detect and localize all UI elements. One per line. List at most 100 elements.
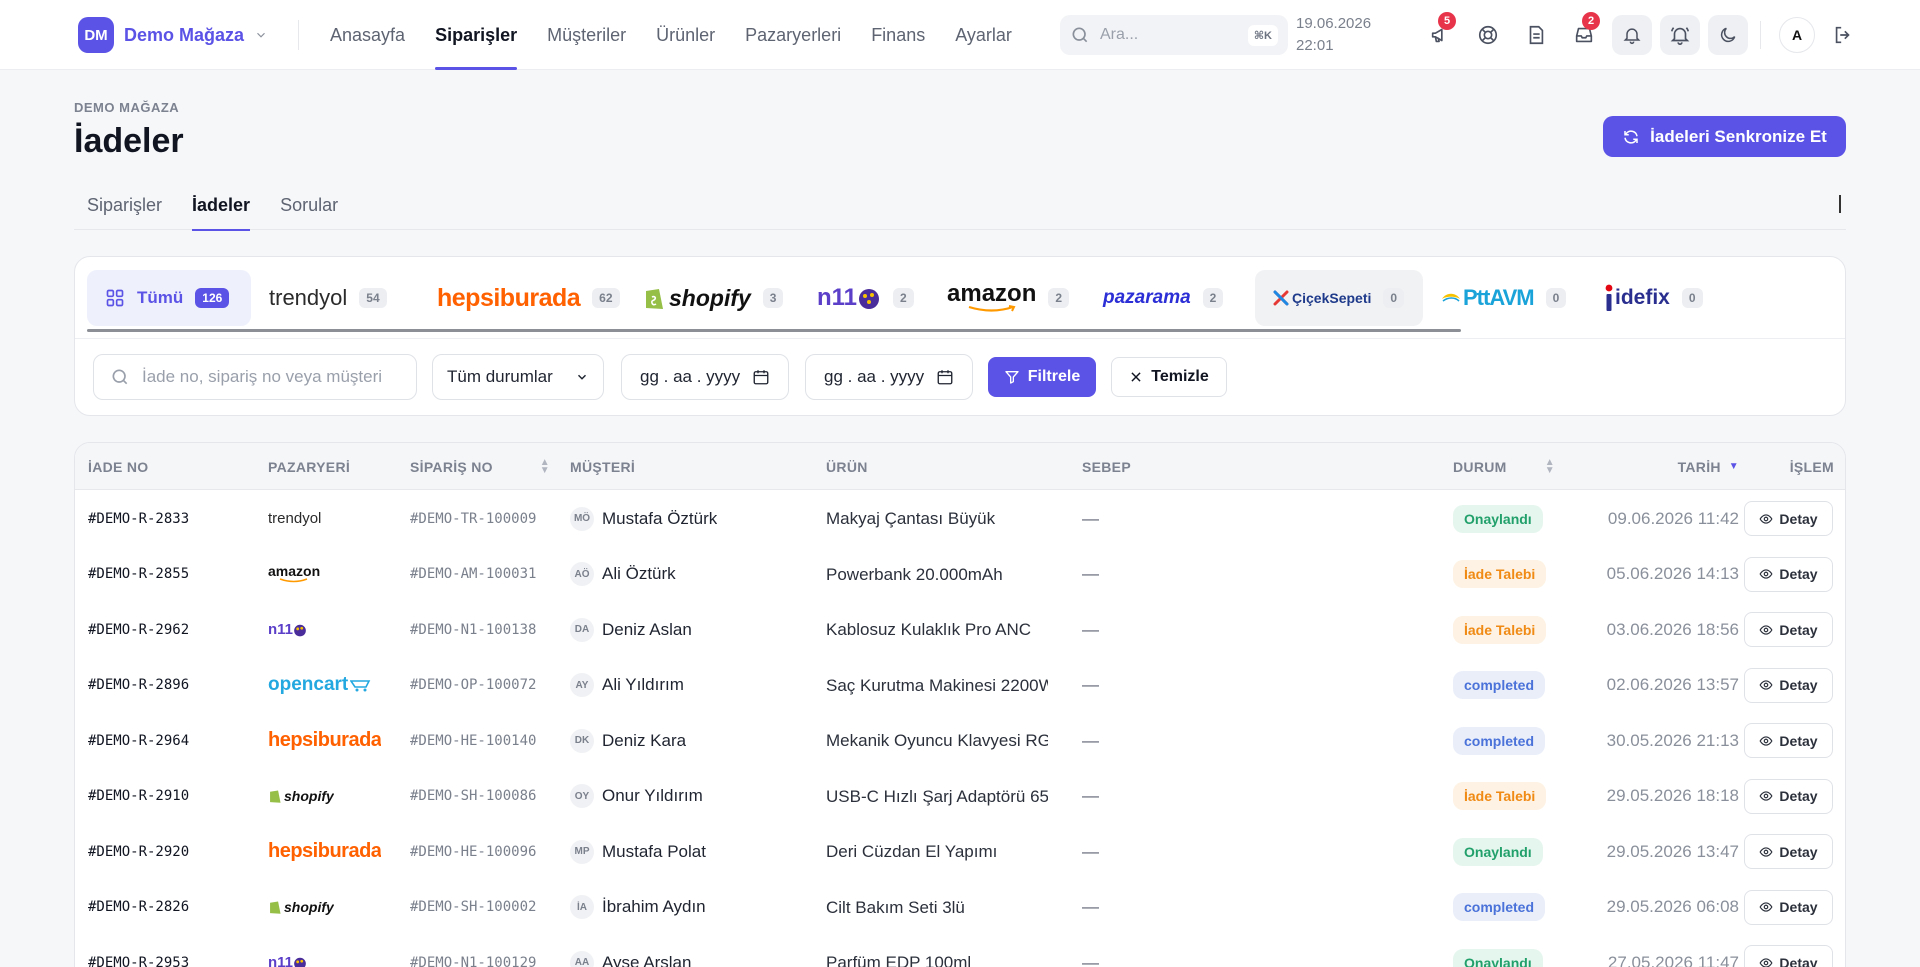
detail-button[interactable]: Detay: [1744, 945, 1833, 967]
order-number[interactable]: #DEMO-OP-100072: [410, 658, 536, 713]
nav-marketplaces[interactable]: Pazaryerleri: [745, 0, 841, 70]
alerts-button[interactable]: [1660, 15, 1700, 55]
announcements-button[interactable]: 5: [1420, 12, 1460, 55]
product-name: USB-C Hızlı Şarj Adaptörü 65W: [826, 786, 1048, 806]
detail-button[interactable]: Detay: [1744, 501, 1833, 536]
eye-icon: [1759, 902, 1773, 912]
notifications-button[interactable]: [1612, 15, 1652, 55]
marketplace-tab-pttavm[interactable]: PttAVM 0: [1423, 270, 1587, 326]
nav-products[interactable]: Ürünler: [656, 0, 715, 70]
tab-returns[interactable]: İadeler: [179, 188, 263, 231]
status-cell: Onaylandı: [1453, 824, 1543, 879]
column-product[interactable]: ÜRÜN: [826, 443, 868, 490]
table-row[interactable]: #DEMO-R-2826 shopify #DEMO-SH-100002 İA İbra…: [75, 880, 1845, 936]
order-number[interactable]: #DEMO-HE-100140: [410, 713, 536, 768]
theme-toggle[interactable]: [1708, 15, 1748, 55]
detail-button-label: Detay: [1779, 843, 1818, 860]
horizontal-scrollbar[interactable]: [87, 329, 1461, 332]
return-date: 29.05.2026 06:08: [1606, 897, 1739, 916]
order-number[interactable]: #DEMO-TR-100009: [410, 491, 536, 546]
table-row[interactable]: #DEMO-R-2910 shopify #DEMO-SH-100086 OY Onur…: [75, 769, 1845, 825]
order-number[interactable]: #DEMO-HE-100096: [410, 824, 536, 879]
nav-orders[interactable]: Siparişler: [435, 0, 518, 70]
column-date[interactable]: TARİH ▼: [1649, 443, 1739, 490]
marketplace-tab-hepsiburada[interactable]: hepsiburada 62: [419, 270, 625, 326]
return-search-input[interactable]: İade no, sipariş no veya müşteri: [93, 354, 417, 400]
detail-button[interactable]: Detay: [1744, 612, 1833, 647]
marketplace-tab-idefix[interactable]: idefix 0: [1587, 270, 1727, 326]
shopify-bag-icon: [646, 289, 663, 309]
product-cell: Mekanik Oyuncu Klavyesi RGB: [826, 713, 1048, 768]
marketplace-count: 126: [195, 288, 230, 308]
divider: [298, 20, 299, 50]
marketplace-count: 0: [1545, 288, 1567, 308]
marketplace-count: 2: [1202, 288, 1224, 308]
column-reason[interactable]: SEBEP: [1082, 443, 1131, 490]
detail-button[interactable]: Detay: [1744, 889, 1833, 925]
table-row[interactable]: #DEMO-R-2962 n11 #DEMO-N1-100138 DA Deniz As…: [75, 602, 1845, 658]
sync-returns-button[interactable]: İadeleri Senkronize Et: [1603, 116, 1846, 157]
refresh-icon: [1624, 129, 1638, 144]
help-button[interactable]: [1468, 15, 1508, 55]
detail-button[interactable]: Detay: [1744, 667, 1833, 703]
eye-icon: [1759, 513, 1773, 524]
column-customer[interactable]: MÜŞTERİ: [570, 443, 635, 490]
column-status[interactable]: DURUM ▲ ▼: [1453, 443, 1555, 490]
customer-name: İbrahim Aydın: [602, 897, 706, 916]
tab-questions[interactable]: Sorular: [267, 188, 351, 230]
column-return-no[interactable]: İADE NO: [88, 443, 148, 490]
global-search[interactable]: Ara... ⌘K: [1060, 15, 1288, 55]
table-row[interactable]: #DEMO-R-2953 n11 #DEMO-N1-100129 AA Ayşe Ars…: [75, 935, 1845, 967]
column-order-no[interactable]: SİPARİŞ NO ▲ ▼: [410, 443, 550, 490]
order-number[interactable]: #DEMO-N1-100138: [410, 602, 536, 657]
order-number[interactable]: #DEMO-AM-100031: [410, 547, 536, 602]
table-row[interactable]: #DEMO-R-2964 hepsiburada #DEMO-HE-100140 DK…: [75, 713, 1845, 769]
table-row[interactable]: #DEMO-R-2855 amazon #DEMO-AM-100031 AÖ Ali Ö…: [75, 547, 1845, 603]
detail-button[interactable]: Detay: [1744, 778, 1833, 814]
reason: —: [1082, 730, 1099, 750]
product-name: Makyaj Çantası Büyük: [826, 509, 996, 528]
marketplace-tab-ciceksepeti[interactable]: ÇiçekSepeti 0: [1255, 270, 1423, 326]
marketplace-tab-shopify[interactable]: shopify 3: [625, 270, 799, 326]
clear-button[interactable]: Temizle: [1111, 357, 1227, 397]
marketplace-count: 0: [1383, 288, 1405, 308]
order-number[interactable]: #DEMO-N1-100129: [410, 935, 536, 967]
store-switcher[interactable]: DM Demo Mağaza: [78, 17, 268, 53]
nav-customers[interactable]: Müşteriler: [547, 0, 626, 70]
marketplace-tab-pazarama[interactable]: pazarama 2: [1085, 270, 1255, 326]
marketplace-tab-n11[interactable]: n11 2: [799, 270, 929, 326]
marketplace-tab-trendyol[interactable]: trendyol 54: [251, 270, 419, 326]
status-select[interactable]: Tüm durumlar: [432, 354, 604, 400]
marketplace-logo-opencart: opencart: [268, 658, 372, 713]
marketplace-tab-all[interactable]: Tümü 126: [87, 270, 251, 326]
inbox-button[interactable]: 2: [1564, 12, 1604, 55]
date-from-input[interactable]: gg . aa . yyyy: [621, 354, 789, 400]
filter-button[interactable]: Filtrele: [988, 357, 1096, 397]
detail-button[interactable]: Detay: [1744, 556, 1833, 592]
table-row[interactable]: #DEMO-R-2896 opencart #DEMO-OP-100072 AY Ali…: [75, 658, 1845, 714]
detail-button[interactable]: Detay: [1744, 834, 1833, 869]
detail-button[interactable]: Detay: [1744, 723, 1833, 758]
user-avatar[interactable]: A: [1779, 17, 1815, 53]
marketplace-logo-hepsiburada: hepsiburada: [268, 840, 382, 862]
order-number[interactable]: #DEMO-SH-100086: [410, 769, 536, 824]
return-number: #DEMO-R-2964: [88, 732, 190, 749]
marketplace-tab-amazon[interactable]: amazon 2: [929, 270, 1085, 326]
order-number[interactable]: #DEMO-SH-100002: [410, 880, 536, 935]
status-cell: completed: [1453, 658, 1546, 713]
tab-orders[interactable]: Siparişler: [74, 188, 175, 230]
logout-button[interactable]: [1823, 15, 1863, 55]
date-to-input[interactable]: gg . aa . yyyy: [805, 354, 973, 400]
column-marketplace[interactable]: PAZARYERİ: [268, 443, 350, 490]
return-number: #DEMO-R-2920: [88, 843, 190, 860]
status-badge: completed: [1453, 671, 1546, 699]
nav-settings[interactable]: Ayarlar: [955, 0, 1012, 70]
documents-button[interactable]: [1516, 15, 1556, 55]
nav-home[interactable]: Anasayfa: [330, 0, 405, 70]
table-row[interactable]: #DEMO-R-2833 trendyol #DEMO-TR-100009 MÖ Mus…: [75, 491, 1845, 547]
trendyol-logo: trendyol: [269, 285, 348, 310]
moon-icon: [1720, 27, 1736, 43]
nav-finance[interactable]: Finans: [871, 0, 925, 70]
column-action: İŞLEM: [1789, 458, 1834, 475]
table-row[interactable]: #DEMO-R-2920 hepsiburada #DEMO-HE-100096 MP…: [75, 824, 1845, 880]
